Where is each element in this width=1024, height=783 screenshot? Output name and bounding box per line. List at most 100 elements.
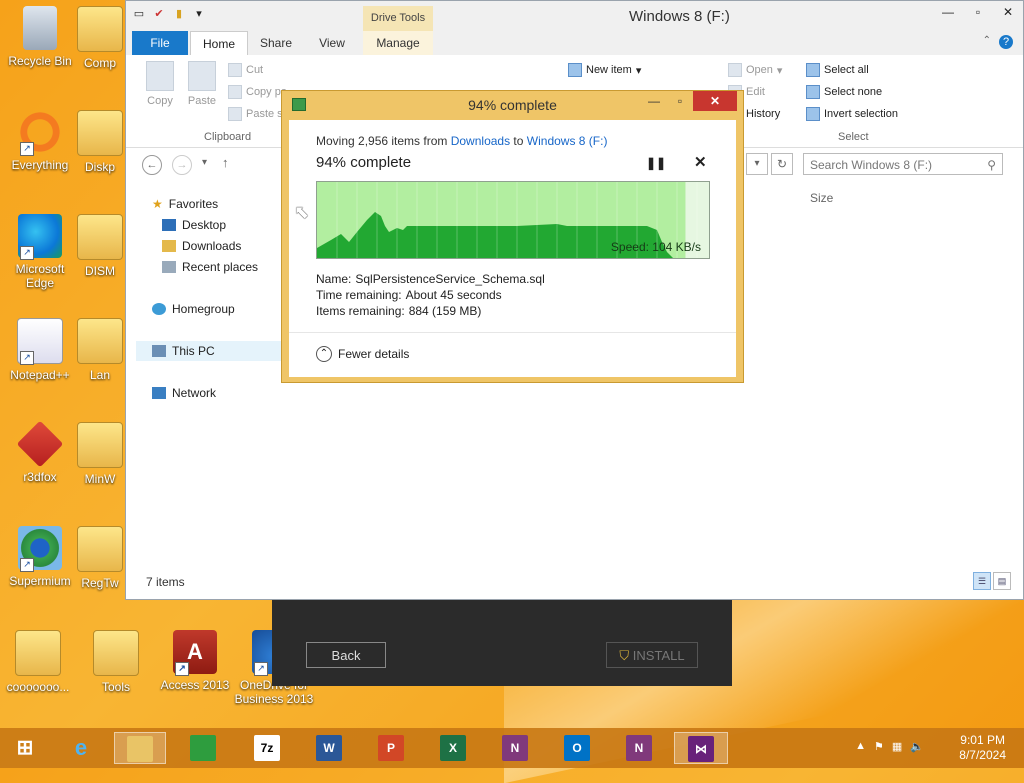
customize-qat-icon[interactable]: ▾ <box>192 7 206 21</box>
open-button[interactable]: Open ▾ <box>728 63 782 77</box>
nav-homegroup[interactable]: Homegroup <box>152 302 235 316</box>
window-title: Windows 8 (F:) <box>629 8 730 25</box>
taskbar-internet-explorer[interactable]: e <box>58 732 104 764</box>
taskbar-visual-studio[interactable]: ⋈ <box>674 732 728 764</box>
downloads-folder-icon <box>162 240 176 252</box>
taskbar-store[interactable] <box>180 732 226 764</box>
start-button[interactable]: ⊞ <box>2 732 48 764</box>
desktop-icon-regtw[interactable]: RegTw <box>72 520 128 590</box>
nav-network[interactable]: Network <box>152 386 216 400</box>
nav-this-pc[interactable]: This PC <box>152 344 215 358</box>
word-icon: W <box>316 735 342 761</box>
desktop-icon-notepadpp[interactable]: ↗ Notepad++ <box>2 312 78 382</box>
desktop-icon-cooooooo[interactable]: cooooooo... <box>0 624 76 694</box>
help-icon[interactable]: ? <box>999 35 1013 49</box>
close-button[interactable]: ✕ <box>993 1 1023 23</box>
supermium-icon: ↗ <box>18 526 62 572</box>
tab-manage[interactable]: Manage <box>363 31 433 55</box>
desktop-icon-comp[interactable]: Comp <box>72 0 128 70</box>
taskbar-powerpoint[interactable]: P <box>368 732 414 764</box>
taskbar-file-explorer[interactable] <box>114 732 166 764</box>
refresh-icon[interactable]: ↻ <box>771 153 793 175</box>
new-item-button[interactable]: New item ▾ <box>568 63 641 77</box>
paste-button[interactable]: Paste <box>182 61 222 107</box>
desktop-icon-access-2013[interactable]: A ↗ Access 2013 <box>157 624 233 692</box>
taskbar-onenote[interactable]: N <box>492 732 538 764</box>
tab-file[interactable]: File <box>132 31 188 55</box>
homegroup-icon <box>152 303 166 315</box>
drive-icon[interactable]: ▭ <box>132 7 146 21</box>
onenote-icon: N <box>626 735 652 761</box>
show-hidden-icons-icon[interactable]: ▲ <box>855 740 866 753</box>
nav-downloads[interactable]: Downloads <box>162 239 241 253</box>
network-status-icon[interactable]: ▦ <box>892 740 902 753</box>
desktop-icon-diskp[interactable]: Diskp <box>72 104 128 174</box>
desktop-icon-dism[interactable]: DISM <box>72 208 128 278</box>
drive-tools-context-label: Drive Tools <box>363 6 433 31</box>
back-button[interactable]: Back <box>306 642 386 668</box>
cut-button[interactable]: Cut <box>228 63 263 77</box>
copy-path-button[interactable]: Copy pa <box>228 85 287 99</box>
forward-arrow-icon[interactable]: → <box>172 155 192 175</box>
paste-shortcut-button[interactable]: Paste s <box>228 107 283 121</box>
nav-favorites[interactable]: ★ Favorites <box>152 197 218 211</box>
chevron-up-icon: ⌃ <box>316 346 332 362</box>
dialog-maximize-button[interactable]: ▫ <box>667 91 693 111</box>
up-arrow-icon[interactable]: ↑ <box>222 155 229 170</box>
maximize-button[interactable]: ▫ <box>963 1 993 23</box>
taskbar-excel[interactable]: X <box>430 732 476 764</box>
tab-view[interactable]: View <box>310 31 354 55</box>
tab-share[interactable]: Share <box>254 31 298 55</box>
desktop-icon-recycle-bin[interactable]: Recycle Bin <box>2 0 78 68</box>
details-view-icon[interactable]: ☰ <box>973 572 991 590</box>
dialog-minimize-button[interactable]: — <box>641 91 667 111</box>
folder-icon <box>77 526 123 572</box>
mouse-cursor-icon: ⬉ <box>294 202 310 222</box>
column-header-size[interactable]: Size <box>810 191 833 205</box>
large-icons-view-icon[interactable]: ▤ <box>993 572 1011 590</box>
taskbar-onenote-2[interactable]: N <box>616 732 662 764</box>
desktop-icon-everything[interactable]: ↗ Everything <box>2 104 78 172</box>
search-input[interactable]: Search Windows 8 (F:) ⚲ <box>803 153 1003 175</box>
new-folder-icon[interactable]: ▮ <box>172 7 186 21</box>
install-button[interactable]: ⛉ INSTALL <box>606 642 698 668</box>
nav-recent-places[interactable]: Recent places <box>162 260 258 274</box>
select-none-button[interactable]: Select none <box>806 85 882 99</box>
address-dropdown-icon[interactable]: ▾ <box>746 153 768 175</box>
taskbar-word[interactable]: W <box>306 732 352 764</box>
taskbar-7zip[interactable]: 7z <box>244 732 290 764</box>
source-link[interactable]: Downloads <box>451 134 510 148</box>
back-arrow-icon[interactable]: ← <box>142 155 162 175</box>
desktop-icon-r3dfox[interactable]: r3dfox <box>2 416 78 484</box>
access-icon: A ↗ <box>173 630 217 676</box>
desktop-icon-tools[interactable]: Tools <box>78 624 154 694</box>
scissors-icon <box>228 63 242 77</box>
folder-icon <box>77 318 123 364</box>
nav-desktop[interactable]: Desktop <box>162 218 226 232</box>
destination-link[interactable]: Windows 8 (F:) <box>527 134 608 148</box>
taskbar-outlook[interactable]: O <box>554 732 600 764</box>
desktop-icon-lan[interactable]: Lan <box>72 312 128 382</box>
clock[interactable]: 9:01 PM 8/7/2024 <box>959 733 1006 763</box>
properties-icon[interactable]: ✔ <box>152 7 166 21</box>
tab-home[interactable]: Home <box>190 31 248 56</box>
desktop-icon-supermium[interactable]: ↗ Supermium <box>2 520 78 588</box>
visual-studio-icon: ⋈ <box>688 736 714 762</box>
collapse-ribbon-icon[interactable]: ⌃ <box>983 35 991 46</box>
recent-locations-icon[interactable]: ▾ <box>202 157 207 168</box>
desktop-icon-microsoft-edge[interactable]: ↗ Microsoft Edge <box>2 208 78 290</box>
select-all-button[interactable]: Select all <box>806 63 869 77</box>
select-all-icon <box>806 63 820 77</box>
action-center-flag-icon[interactable]: ⚑ <box>874 740 884 753</box>
invert-selection-button[interactable]: Invert selection <box>806 107 898 121</box>
volume-muted-icon[interactable]: 🔈 <box>910 740 924 753</box>
window-controls: — ▫ ✕ <box>933 1 1023 23</box>
minimize-button[interactable]: — <box>933 1 963 23</box>
copy-button[interactable]: Copy <box>142 61 178 107</box>
pause-icon[interactable]: ❚❚ <box>646 156 666 170</box>
divider <box>289 332 736 333</box>
desktop-icon-minw[interactable]: MinW <box>72 416 128 486</box>
dialog-close-button[interactable]: ✕ <box>693 91 737 111</box>
fewer-details-button[interactable]: ⌃ Fewer details <box>316 346 409 362</box>
cancel-icon[interactable]: ✕ <box>694 153 707 171</box>
